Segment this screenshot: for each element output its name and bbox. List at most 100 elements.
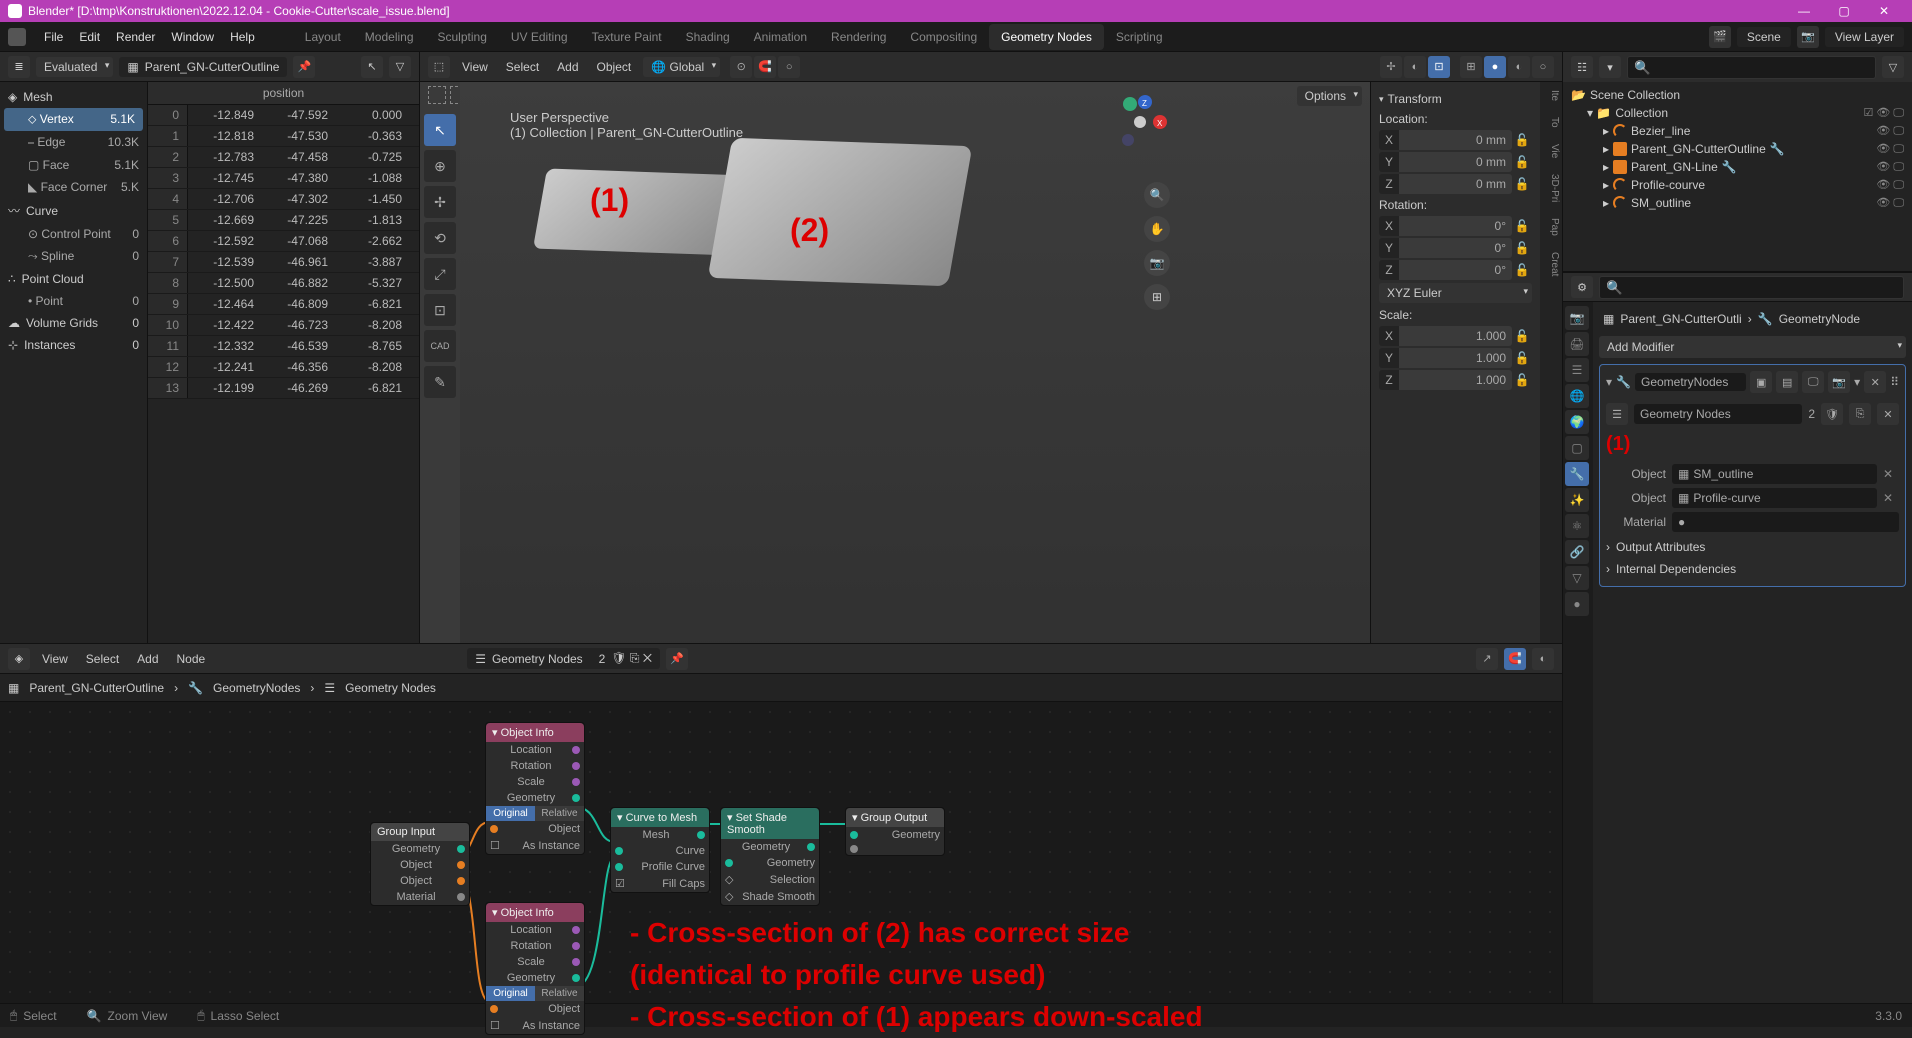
clear-icon[interactable]: ✕ bbox=[1883, 467, 1899, 481]
mod-edit-icon[interactable]: ▤ bbox=[1776, 371, 1798, 393]
ptab-particles[interactable]: ✨ bbox=[1565, 488, 1589, 512]
outliner-item-smoutline[interactable]: ▸ SM_outline👁 🖵 bbox=[1567, 194, 1908, 212]
node-object-info-1[interactable]: ▾ Object Info Location Rotation Scale Ge… bbox=[485, 722, 585, 855]
pan-icon[interactable]: ✋ bbox=[1144, 216, 1170, 242]
table-row[interactable]: 9-12.464-46.809-6.821 bbox=[148, 294, 419, 315]
tab-rendering[interactable]: Rendering bbox=[819, 24, 898, 50]
menu-file[interactable]: File bbox=[36, 30, 71, 44]
ne-menu-select[interactable]: Select bbox=[80, 652, 125, 666]
table-row[interactable]: 8-12.500-46.882-5.327 bbox=[148, 273, 419, 294]
pin-icon[interactable]: 📌 bbox=[666, 648, 688, 670]
close-button[interactable]: ✕ bbox=[1864, 0, 1904, 22]
editor-type-3dview-icon[interactable]: ⬚ bbox=[428, 56, 450, 78]
menu-window[interactable]: Window bbox=[163, 30, 222, 44]
viewlayer-selector[interactable]: View Layer bbox=[1825, 27, 1904, 47]
mod-cage-icon[interactable]: ▣ bbox=[1750, 371, 1772, 393]
ptab-mesh[interactable]: ▽ bbox=[1565, 566, 1589, 590]
vp-menu-object[interactable]: Object bbox=[591, 60, 638, 74]
tab-shading[interactable]: Shading bbox=[674, 24, 742, 50]
ptab-object[interactable]: ▢ bbox=[1565, 436, 1589, 460]
npanel-tab-view[interactable]: Vie bbox=[1540, 136, 1562, 166]
mod-render-icon[interactable]: 📷 bbox=[1828, 371, 1850, 393]
domain-face-corner[interactable]: ◣ Face Corner5.K bbox=[0, 176, 147, 198]
ne-arrow-icon[interactable]: ↗ bbox=[1476, 648, 1498, 670]
proportional-icon[interactable]: ○ bbox=[778, 56, 800, 78]
outliner-item-bezier[interactable]: ▸ Bezier_line👁 🖵 bbox=[1567, 122, 1908, 140]
npanel-tab-creat[interactable]: Creat bbox=[1540, 244, 1562, 284]
npanel-tab-item[interactable]: Ite bbox=[1540, 82, 1562, 109]
table-row[interactable]: 1-12.818-47.530-0.363 bbox=[148, 126, 419, 147]
domain-point[interactable]: • Point0 bbox=[0, 290, 147, 312]
ptab-constraints[interactable]: 🔗 bbox=[1565, 540, 1589, 564]
eval-mode-dropdown[interactable]: Evaluated bbox=[36, 57, 113, 77]
ne-bc-group[interactable]: Geometry Nodes bbox=[345, 681, 436, 695]
output-attributes-expander[interactable]: Output Attributes bbox=[1606, 536, 1899, 558]
ptab-material[interactable]: ● bbox=[1565, 592, 1589, 616]
pivot-icon[interactable]: ⊙ bbox=[730, 56, 752, 78]
lock-icon[interactable]: 🔓 bbox=[1512, 373, 1532, 387]
npanel-tab-pap[interactable]: Pap bbox=[1540, 210, 1562, 244]
tool-cursor[interactable]: ⊕ bbox=[424, 150, 456, 182]
ptab-render[interactable]: 📷 bbox=[1565, 306, 1589, 330]
rot-z[interactable]: 0° bbox=[1399, 260, 1512, 280]
node-group-output[interactable]: ▾ Group Output Geometry bbox=[845, 807, 945, 856]
viewlayer-icon[interactable]: 📷 bbox=[1797, 26, 1819, 48]
table-row[interactable]: 6-12.592-47.068-2.662 bbox=[148, 231, 419, 252]
drag-icon[interactable]: ⠿ bbox=[1890, 375, 1899, 389]
nodegroup-field[interactable]: Geometry Nodes bbox=[1634, 404, 1802, 424]
node-group-input[interactable]: Group Input Geometry Object Object Mater… bbox=[370, 822, 470, 906]
editor-type-icon[interactable]: ≣ bbox=[8, 56, 30, 78]
table-row[interactable]: 2-12.783-47.458-0.725 bbox=[148, 147, 419, 168]
lock-icon[interactable]: 🔓 bbox=[1512, 155, 1532, 169]
shield-icon[interactable]: 🛡 bbox=[1821, 403, 1843, 425]
domain-spline[interactable]: ⤳ Spline0 bbox=[0, 245, 147, 268]
node-canvas[interactable]: Group Input Geometry Object Object Mater… bbox=[0, 702, 1562, 1003]
mod-close-icon[interactable]: ✕ bbox=[1864, 371, 1886, 393]
chevron-down-icon[interactable]: ▾ bbox=[1606, 375, 1612, 389]
user-count[interactable]: 2 bbox=[1808, 407, 1815, 421]
filter-icon[interactable]: ▽ bbox=[389, 56, 411, 78]
tab-geometry-nodes[interactable]: Geometry Nodes bbox=[989, 24, 1104, 50]
table-row[interactable]: 4-12.706-47.302-1.450 bbox=[148, 189, 419, 210]
outliner-editor-icon[interactable]: ☷ bbox=[1571, 56, 1593, 78]
npanel-tab-3dprint[interactable]: 3D-Pri bbox=[1540, 166, 1562, 210]
nav-gizmo[interactable]: XZ bbox=[1110, 92, 1170, 152]
ptab-physics[interactable]: ⚛ bbox=[1565, 514, 1589, 538]
zoom-icon[interactable]: 🔍 bbox=[1144, 182, 1170, 208]
vp-menu-view[interactable]: View bbox=[456, 60, 494, 74]
outliner-item-gnline[interactable]: ▸ Parent_GN-Line 🔧👁 🖵 bbox=[1567, 158, 1908, 176]
add-modifier-dropdown[interactable]: Add Modifier bbox=[1599, 336, 1906, 358]
shading-material-icon[interactable]: ◐ bbox=[1508, 56, 1530, 78]
nodegroup-selector[interactable]: ☰Geometry Nodes 2 🛡 ⎘ ✕ bbox=[467, 648, 660, 669]
unlink-icon[interactable]: ✕ bbox=[1877, 403, 1899, 425]
blender-icon[interactable] bbox=[8, 28, 26, 46]
ne-menu-view[interactable]: View bbox=[36, 652, 74, 666]
shading-rendered-icon[interactable]: ○ bbox=[1532, 56, 1554, 78]
select-box-icon[interactable] bbox=[428, 86, 446, 104]
tab-layout[interactable]: Layout bbox=[293, 24, 353, 50]
table-row[interactable]: 12-12.241-46.356-8.208 bbox=[148, 357, 419, 378]
lock-icon[interactable]: 🔓 bbox=[1512, 133, 1532, 147]
domain-vertex[interactable]: ⬦ Vertex5.1K bbox=[4, 108, 143, 131]
table-row[interactable]: 3-12.745-47.380-1.088 bbox=[148, 168, 419, 189]
outliner-display-mode-icon[interactable]: ▾ bbox=[1599, 56, 1621, 78]
table-row[interactable]: 7-12.539-46.961-3.887 bbox=[148, 252, 419, 273]
tab-texture[interactable]: Texture Paint bbox=[580, 24, 674, 50]
outliner-item-profile[interactable]: ▸ Profile-courve👁 🖵 bbox=[1567, 176, 1908, 194]
shading-wireframe-icon[interactable]: ⊞ bbox=[1460, 56, 1482, 78]
mod-realtime-icon[interactable]: 🖵 bbox=[1802, 371, 1824, 393]
tab-sculpting[interactable]: Sculpting bbox=[426, 24, 499, 50]
gizmo-visibility-icon[interactable]: ✢ bbox=[1380, 56, 1402, 78]
menu-render[interactable]: Render bbox=[108, 30, 163, 44]
loc-z[interactable]: 0 mm bbox=[1399, 174, 1512, 194]
npanel-tab-tool[interactable]: To bbox=[1540, 109, 1562, 136]
object-input-2[interactable]: ▦ Profile-curve bbox=[1672, 488, 1877, 508]
tool-move[interactable]: ✢ bbox=[424, 186, 456, 218]
lock-icon[interactable]: 🔓 bbox=[1512, 263, 1532, 277]
table-row[interactable]: 10-12.422-46.723-8.208 bbox=[148, 315, 419, 336]
internal-deps-expander[interactable]: Internal Dependencies bbox=[1606, 558, 1899, 580]
domain-face[interactable]: ▢ Face5.1K bbox=[0, 154, 147, 176]
tab-compositing[interactable]: Compositing bbox=[898, 24, 989, 50]
chevron-down-icon[interactable]: ▾ bbox=[1854, 375, 1860, 389]
xray-icon[interactable]: ⊡ bbox=[1428, 56, 1450, 78]
